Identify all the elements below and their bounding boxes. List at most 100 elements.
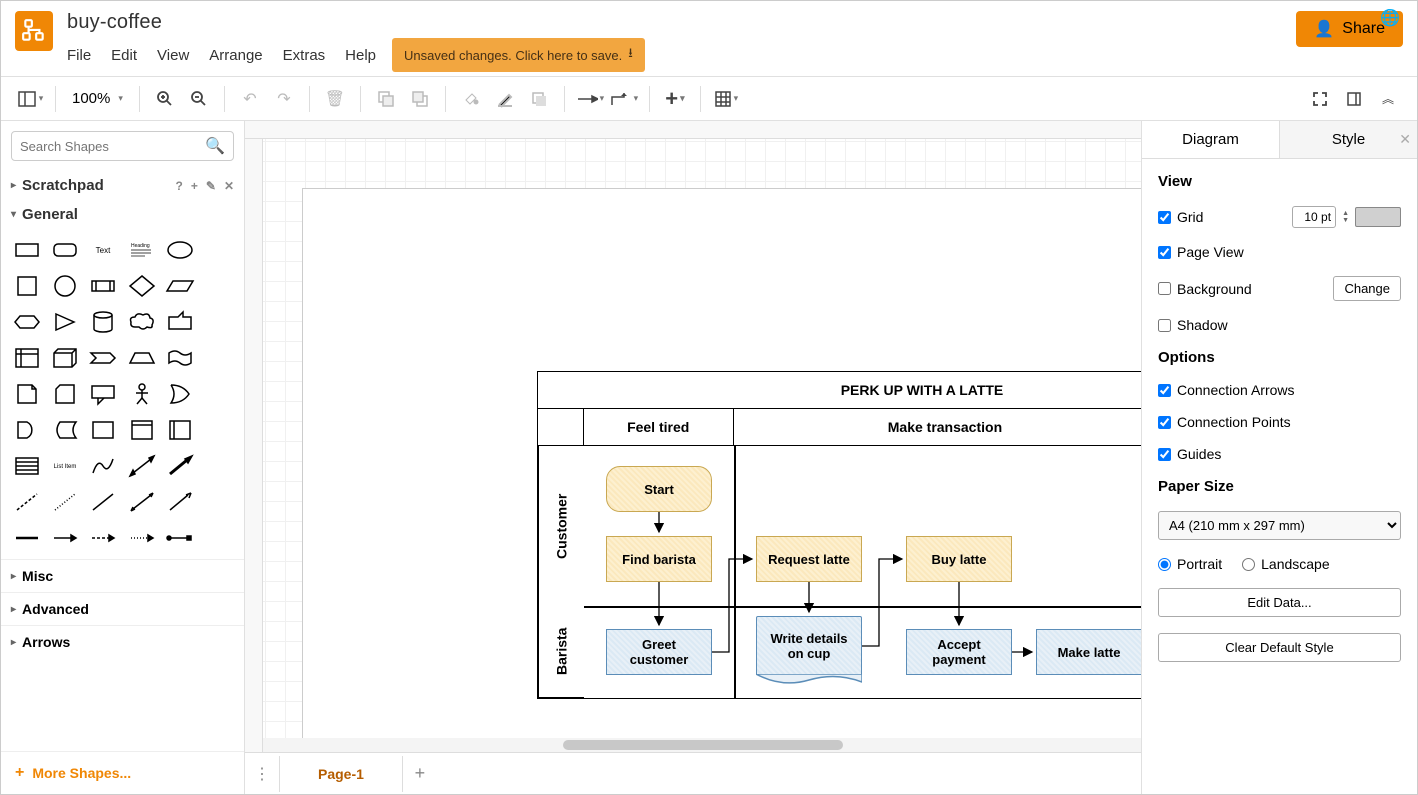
shape-line[interactable] <box>85 485 121 519</box>
shape-callout[interactable] <box>85 377 121 411</box>
edit-data-button[interactable]: Edit Data... <box>1158 588 1401 617</box>
grid-size-up[interactable]: ▲ <box>1342 210 1349 217</box>
shape-link-dot[interactable] <box>124 521 160 555</box>
fill-color-button[interactable] <box>456 84 486 114</box>
shape-arrow[interactable] <box>162 449 198 483</box>
shape-internal-storage[interactable] <box>9 341 45 375</box>
grid-size-down[interactable]: ▼ <box>1342 217 1349 224</box>
shape-bidir-arrow[interactable] <box>124 449 160 483</box>
shape-search[interactable]: 🔍 <box>11 131 234 161</box>
page-view-checkbox[interactable]: Page View <box>1158 244 1401 260</box>
shape-link-open[interactable] <box>162 521 198 555</box>
page-tab-1[interactable]: Page-1 <box>279 756 403 792</box>
app-logo[interactable] <box>15 11 53 51</box>
shape-curve[interactable] <box>85 449 121 483</box>
swimlane[interactable]: PERK UP WITH A LATTE Feel tired Make tra… <box>537 371 1141 699</box>
col-feel-tired[interactable]: Feel tired <box>584 409 734 445</box>
shape-square[interactable] <box>9 269 45 303</box>
grid-color-swatch[interactable] <box>1355 207 1401 227</box>
conn-points-checkbox[interactable]: Connection Points <box>1158 414 1401 430</box>
shape-data-storage[interactable] <box>47 413 83 447</box>
horizontal-scrollbar[interactable] <box>263 738 1141 752</box>
to-back-button[interactable] <box>405 84 435 114</box>
background-checkbox[interactable]: Background <box>1158 281 1252 297</box>
to-front-button[interactable] <box>371 84 401 114</box>
shape-link-dash[interactable] <box>85 521 121 555</box>
clear-style-button[interactable]: Clear Default Style <box>1158 633 1401 662</box>
shape-link[interactable] <box>9 521 45 555</box>
shape-process[interactable] <box>85 269 121 303</box>
shape-ellipse[interactable] <box>162 233 198 267</box>
general-header[interactable]: ▾General <box>1 200 244 229</box>
sidebar-toggle-button[interactable]: ▾ <box>15 84 45 114</box>
more-shapes-button[interactable]: +More Shapes... <box>1 751 244 794</box>
document-title[interactable]: buy-coffee <box>67 11 1282 34</box>
shape-cylinder[interactable] <box>85 305 121 339</box>
add-page-button[interactable]: + <box>403 763 437 784</box>
close-icon[interactable]: ✕ <box>224 179 234 193</box>
insert-button[interactable]: +▾ <box>660 84 690 114</box>
shape-cube[interactable] <box>47 341 83 375</box>
scratchpad-header[interactable]: ▸Scratchpad ?+✎✕ <box>1 171 244 200</box>
shape-link-thin[interactable] <box>47 521 83 555</box>
arrows-section[interactable]: ▸Arrows <box>1 625 244 658</box>
shape-round-rect[interactable] <box>47 233 83 267</box>
shape-circle[interactable] <box>47 269 83 303</box>
shape-hcontainer[interactable] <box>162 413 198 447</box>
node-buy-latte[interactable]: Buy latte <box>906 536 1012 582</box>
node-start[interactable]: Start <box>606 466 712 512</box>
shape-bidir-line[interactable] <box>124 485 160 519</box>
shape-triangle[interactable] <box>47 305 83 339</box>
menu-view[interactable]: View <box>157 47 189 64</box>
node-accept-payment[interactable]: Accept payment <box>906 629 1012 675</box>
help-icon[interactable]: ? <box>176 179 183 193</box>
shape-dir-line[interactable] <box>162 485 198 519</box>
unsaved-banner[interactable]: Unsaved changes. Click here to save. ⭳ <box>392 38 645 72</box>
node-greet-customer[interactable]: Greet customer <box>606 629 712 675</box>
shape-vcontainer[interactable] <box>124 413 160 447</box>
grid-checkbox[interactable]: Grid <box>1158 209 1203 225</box>
shadow-button[interactable] <box>524 84 554 114</box>
shape-card[interactable] <box>47 377 83 411</box>
guides-checkbox[interactable]: Guides <box>1158 446 1401 462</box>
shape-note[interactable] <box>9 377 45 411</box>
advanced-section[interactable]: ▸Advanced <box>1 592 244 625</box>
fullscreen-button[interactable] <box>1305 84 1335 114</box>
line-color-button[interactable] <box>490 84 520 114</box>
edit-icon[interactable]: ✎ <box>206 179 216 193</box>
menu-file[interactable]: File <box>67 47 91 64</box>
globe-icon[interactable]: 🌐 <box>1380 8 1400 28</box>
connection-style-button[interactable]: ▾ <box>575 84 605 114</box>
delete-button[interactable]: 🗑 <box>320 84 350 114</box>
shape-text[interactable]: Text <box>85 233 121 267</box>
shadow-checkbox[interactable]: Shadow <box>1158 317 1401 333</box>
shape-diamond[interactable] <box>124 269 160 303</box>
canvas[interactable]: PERK UP WITH A LATTE Feel tired Make tra… <box>245 121 1141 752</box>
shape-container[interactable] <box>85 413 121 447</box>
shape-step[interactable] <box>85 341 121 375</box>
misc-section[interactable]: ▸Misc <box>1 559 244 592</box>
zoom-out-button[interactable] <box>184 84 214 114</box>
row-customer[interactable]: Customer <box>538 446 584 606</box>
shape-dotted[interactable] <box>47 485 83 519</box>
shape-actor[interactable] <box>124 377 160 411</box>
node-make-latte[interactable]: Make latte <box>1036 629 1141 675</box>
node-find-barista[interactable]: Find barista <box>606 536 712 582</box>
shape-tape[interactable] <box>162 341 198 375</box>
menu-extras[interactable]: Extras <box>283 47 326 64</box>
shape-trapezoid[interactable] <box>124 341 160 375</box>
conn-arrows-checkbox[interactable]: Connection Arrows <box>1158 382 1401 398</box>
shape-cloud[interactable] <box>124 305 160 339</box>
shape-hexagon[interactable] <box>9 305 45 339</box>
tab-style[interactable]: Style <box>1280 121 1417 158</box>
collapse-toolbar-button[interactable]: ︽ <box>1373 84 1403 114</box>
shape-callout-rect[interactable] <box>162 305 198 339</box>
format-panel-toggle-button[interactable] <box>1339 84 1369 114</box>
table-button[interactable]: ▾ <box>711 84 741 114</box>
swimlane-title[interactable]: PERK UP WITH A LATTE <box>538 372 1141 409</box>
landscape-radio[interactable]: Landscape <box>1242 556 1330 572</box>
shape-and[interactable] <box>9 413 45 447</box>
page-tab-menu[interactable]: ⋮ <box>245 764 279 784</box>
paper-size-select[interactable]: A4 (210 mm x 297 mm) <box>1158 511 1401 540</box>
menu-arrange[interactable]: Arrange <box>209 47 262 64</box>
